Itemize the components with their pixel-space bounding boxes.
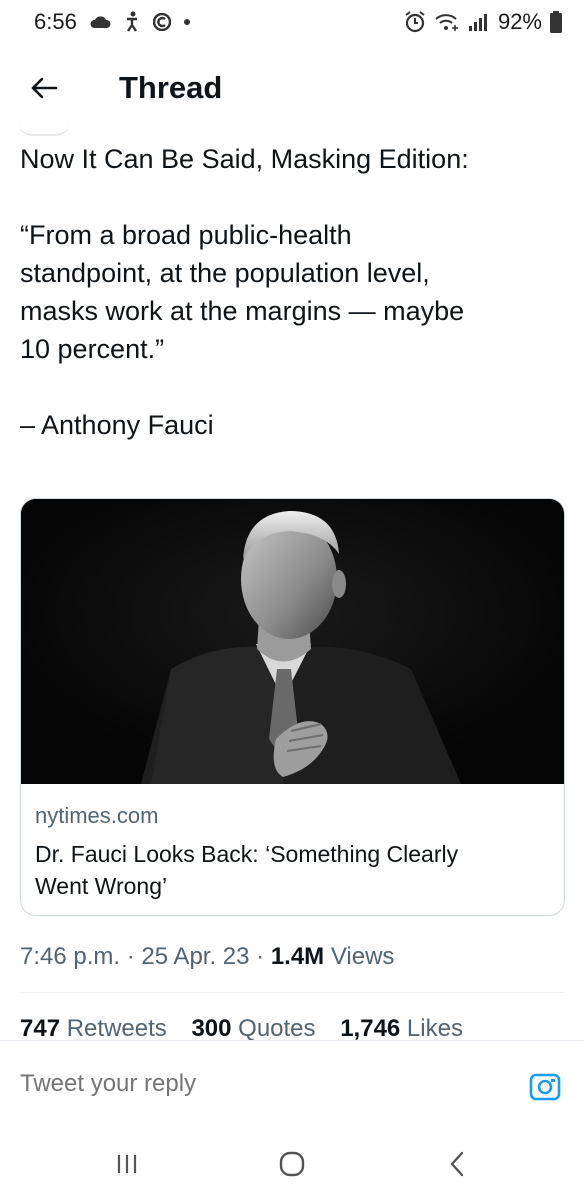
card-image [21, 499, 564, 784]
views-count[interactable]: 1.4M [271, 943, 324, 970]
system-nav-bar [0, 1130, 584, 1200]
c-icon [152, 13, 171, 31]
likes-label: Likes [400, 1015, 463, 1042]
likes-count: 1,746 [340, 1015, 401, 1042]
retweets-label: Retweets [60, 1015, 167, 1042]
status-bar: 6:56 92% [0, 0, 584, 44]
likes-stat[interactable]: 1,746 Likes [340, 1015, 463, 1042]
card-title-line-1: Dr. Fauci Looks Back: ‘Something Clearly [35, 841, 459, 867]
accessibility-icon [123, 11, 141, 33]
home-icon [279, 1151, 305, 1177]
reply-bar [0, 1040, 584, 1130]
battery-percent: 92% [497, 9, 542, 34]
arrow-left-icon [31, 77, 58, 99]
card-meta: nytimes.com Dr. Fauci Looks Back: ‘Somet… [35, 801, 550, 902]
status-right: 92% [404, 9, 562, 35]
divider [20, 992, 565, 993]
quote-line-3: masks work at the margins — maybe [20, 296, 465, 326]
cloud-icon [89, 15, 111, 29]
home-button[interactable] [272, 1146, 312, 1182]
card-title-line-2: Went Wrong’ [35, 873, 168, 899]
link-card[interactable]: nytimes.com Dr. Fauci Looks Back: ‘Somet… [20, 498, 565, 916]
quotes-stat[interactable]: 300 Quotes [191, 1015, 315, 1042]
quote-line-4: 10 percent.” [20, 334, 165, 364]
page-title: Thread [119, 70, 223, 105]
recents-icon [117, 1155, 137, 1173]
avatar-edge [18, 122, 70, 136]
retweets-stat[interactable]: 747 Retweets [20, 1015, 167, 1042]
reply-input[interactable] [20, 1067, 480, 1101]
tweet-time[interactable]: 7:46 p.m. [20, 943, 120, 970]
quotes-label: Quotes [231, 1015, 316, 1042]
status-left: 6:56 [34, 9, 191, 35]
camera-button[interactable] [528, 1069, 562, 1103]
tweet-text: Now It Can Be Said, Masking Edition: “Fr… [20, 140, 568, 444]
attribution: – Anthony Fauci [20, 410, 214, 440]
dot-icon [183, 18, 191, 26]
status-time: 6:56 [34, 9, 77, 34]
meta-separator: · [120, 943, 142, 970]
card-title: Dr. Fauci Looks Back: ‘Something Clearly… [35, 838, 550, 902]
tweet-line-1: Now It Can Be Said, Masking Edition: [20, 144, 469, 174]
meta-separator-2: · [249, 943, 271, 970]
signal-icon [468, 12, 490, 32]
quote-line-1: “From a broad public-health [20, 220, 352, 250]
card-domain: nytimes.com [35, 803, 159, 828]
quotes-count: 300 [191, 1015, 232, 1042]
back-icon [450, 1151, 464, 1177]
header: Thread [0, 56, 584, 120]
system-back-button[interactable] [437, 1146, 477, 1182]
camera-icon [529, 1073, 561, 1101]
alarm-icon [404, 11, 426, 33]
tweet-date[interactable]: 25 Apr. 23 [141, 943, 249, 970]
back-button[interactable] [24, 68, 64, 108]
quote-line-2: standpoint, at the population level, [20, 258, 430, 288]
tweet-meta: 7:46 p.m. · 25 Apr. 23 · 1.4M Views [20, 940, 394, 974]
retweets-count: 747 [20, 1015, 61, 1042]
recents-button[interactable] [107, 1146, 147, 1182]
battery-icon [550, 11, 562, 33]
wifi-icon [434, 12, 460, 32]
views-label[interactable]: Views [324, 943, 395, 970]
